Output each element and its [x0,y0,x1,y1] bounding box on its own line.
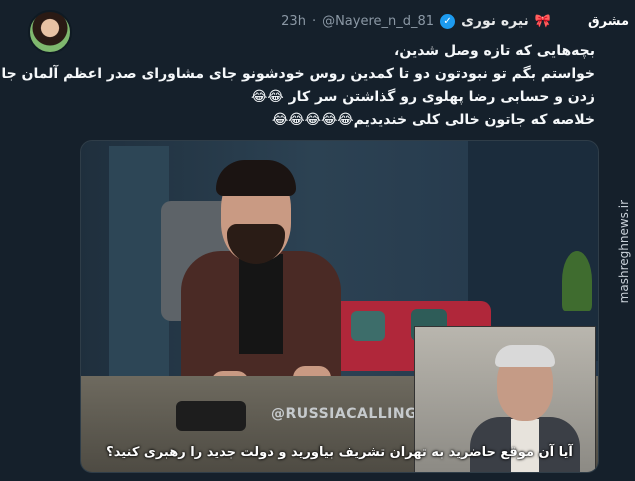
tweet-line: زدن و حسابی رضا پهلوی رو گذاشتن سر کار 😂… [251,89,595,105]
tweet-line: بچه‌هایی که تازه وصل شدین، [394,43,595,59]
door [109,146,169,401]
mashregh-logo: مشرق [588,14,629,29]
speaker-hair [216,160,296,196]
site-watermark: mashreghnews.ir [617,200,631,304]
video-subtitle: آیا آن موقع حاضرید به تهران تشریف بیاوری… [106,445,573,460]
speaker-figure [181,160,341,411]
tweet-line: خلاصه که جاتون خالی کلی خندیدیم😂😂😂😂😂 [271,112,595,128]
tweet-line: خواستم بگم تو نبودتون دو تا کمدین روس خو… [1,66,595,82]
speaker-shirt [239,254,283,354]
guest-hair [495,345,555,367]
verified-badge-icon: ✓ [440,13,456,29]
video-watermark: @RUSSIACALLING [271,406,418,422]
pillow [351,311,385,341]
tweet: 🎀 نیره نوری ✓ @Nayere_n_d_81 · 23h مشرق … [0,0,635,481]
device [176,401,246,431]
plant [562,251,592,311]
tweet-text: بچه‌هایی که تازه وصل شدین، خواستم بگم تو… [1,40,595,132]
bow-icon: 🎀 [534,13,551,29]
tweet-video[interactable]: @RUSSIACALLING آیا آن موقع حاضرید به تهر… [80,140,599,473]
tweet-header: 🎀 نیره نوری ✓ @Nayere_n_d_81 · 23h [0,10,635,32]
display-name[interactable]: نیره نوری [461,13,529,29]
separator-dot: · [311,13,317,29]
timestamp[interactable]: 23h [281,14,306,29]
user-handle[interactable]: @Nayere_n_d_81 [322,14,434,29]
